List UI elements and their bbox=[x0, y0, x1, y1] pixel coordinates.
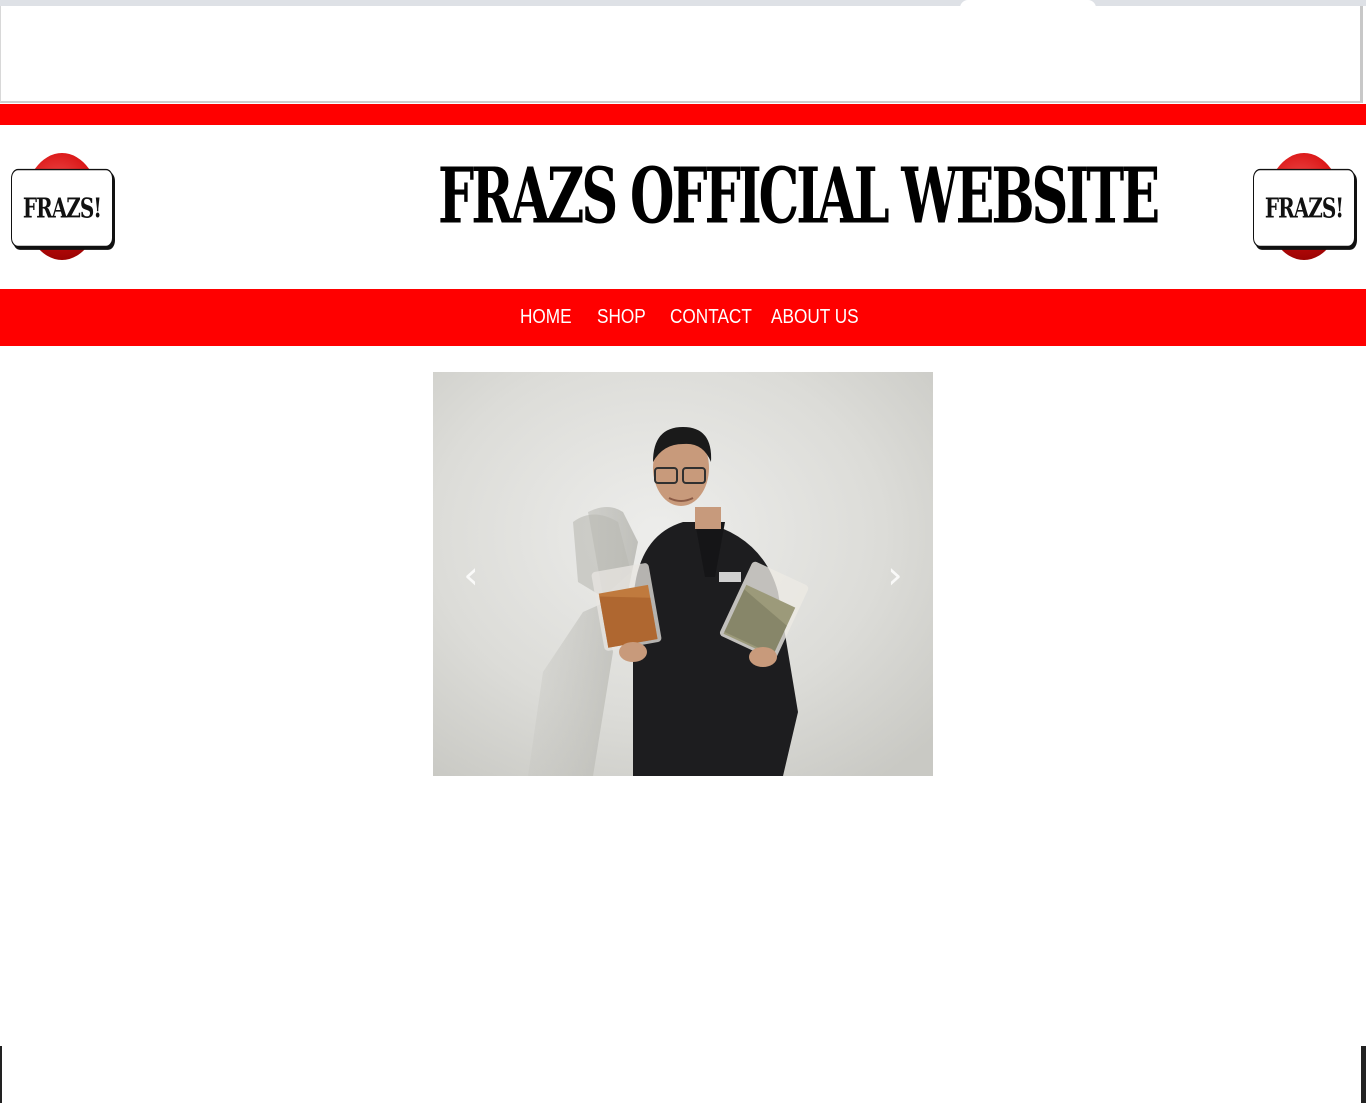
main-navigation: HOME SHOP CONTACT ABOUT US bbox=[0, 289, 1366, 346]
chevron-left-icon[interactable]: ‹ bbox=[461, 556, 481, 594]
top-red-bar bbox=[0, 104, 1366, 125]
nav-item-home[interactable]: HOME bbox=[520, 289, 572, 346]
nav-item-about-us[interactable]: ABOUT US bbox=[771, 289, 859, 346]
logo-plate: FRAZS! bbox=[11, 168, 113, 248]
logo-text: FRAZS! bbox=[22, 191, 102, 225]
image-carousel: ‹ › bbox=[433, 372, 933, 776]
chevron-right-icon[interactable]: › bbox=[885, 556, 905, 594]
nav-item-contact[interactable]: CONTACT bbox=[670, 289, 752, 346]
frazs-logo-right: FRAZS! bbox=[1253, 153, 1355, 261]
right-frame-edge bbox=[1361, 1046, 1366, 1103]
nav-item-shop[interactable]: SHOP bbox=[597, 289, 646, 346]
carousel-slide-image bbox=[433, 372, 933, 776]
logo-text: FRAZS! bbox=[1264, 191, 1344, 225]
logo-plate: FRAZS! bbox=[1253, 168, 1355, 248]
frazs-logo-left: FRAZS! bbox=[11, 153, 113, 261]
top-empty-frame bbox=[0, 6, 1363, 103]
left-frame-edge bbox=[0, 1046, 2, 1103]
site-title: FRAZS OFFICIAL WEBSITE bbox=[438, 151, 1160, 242]
